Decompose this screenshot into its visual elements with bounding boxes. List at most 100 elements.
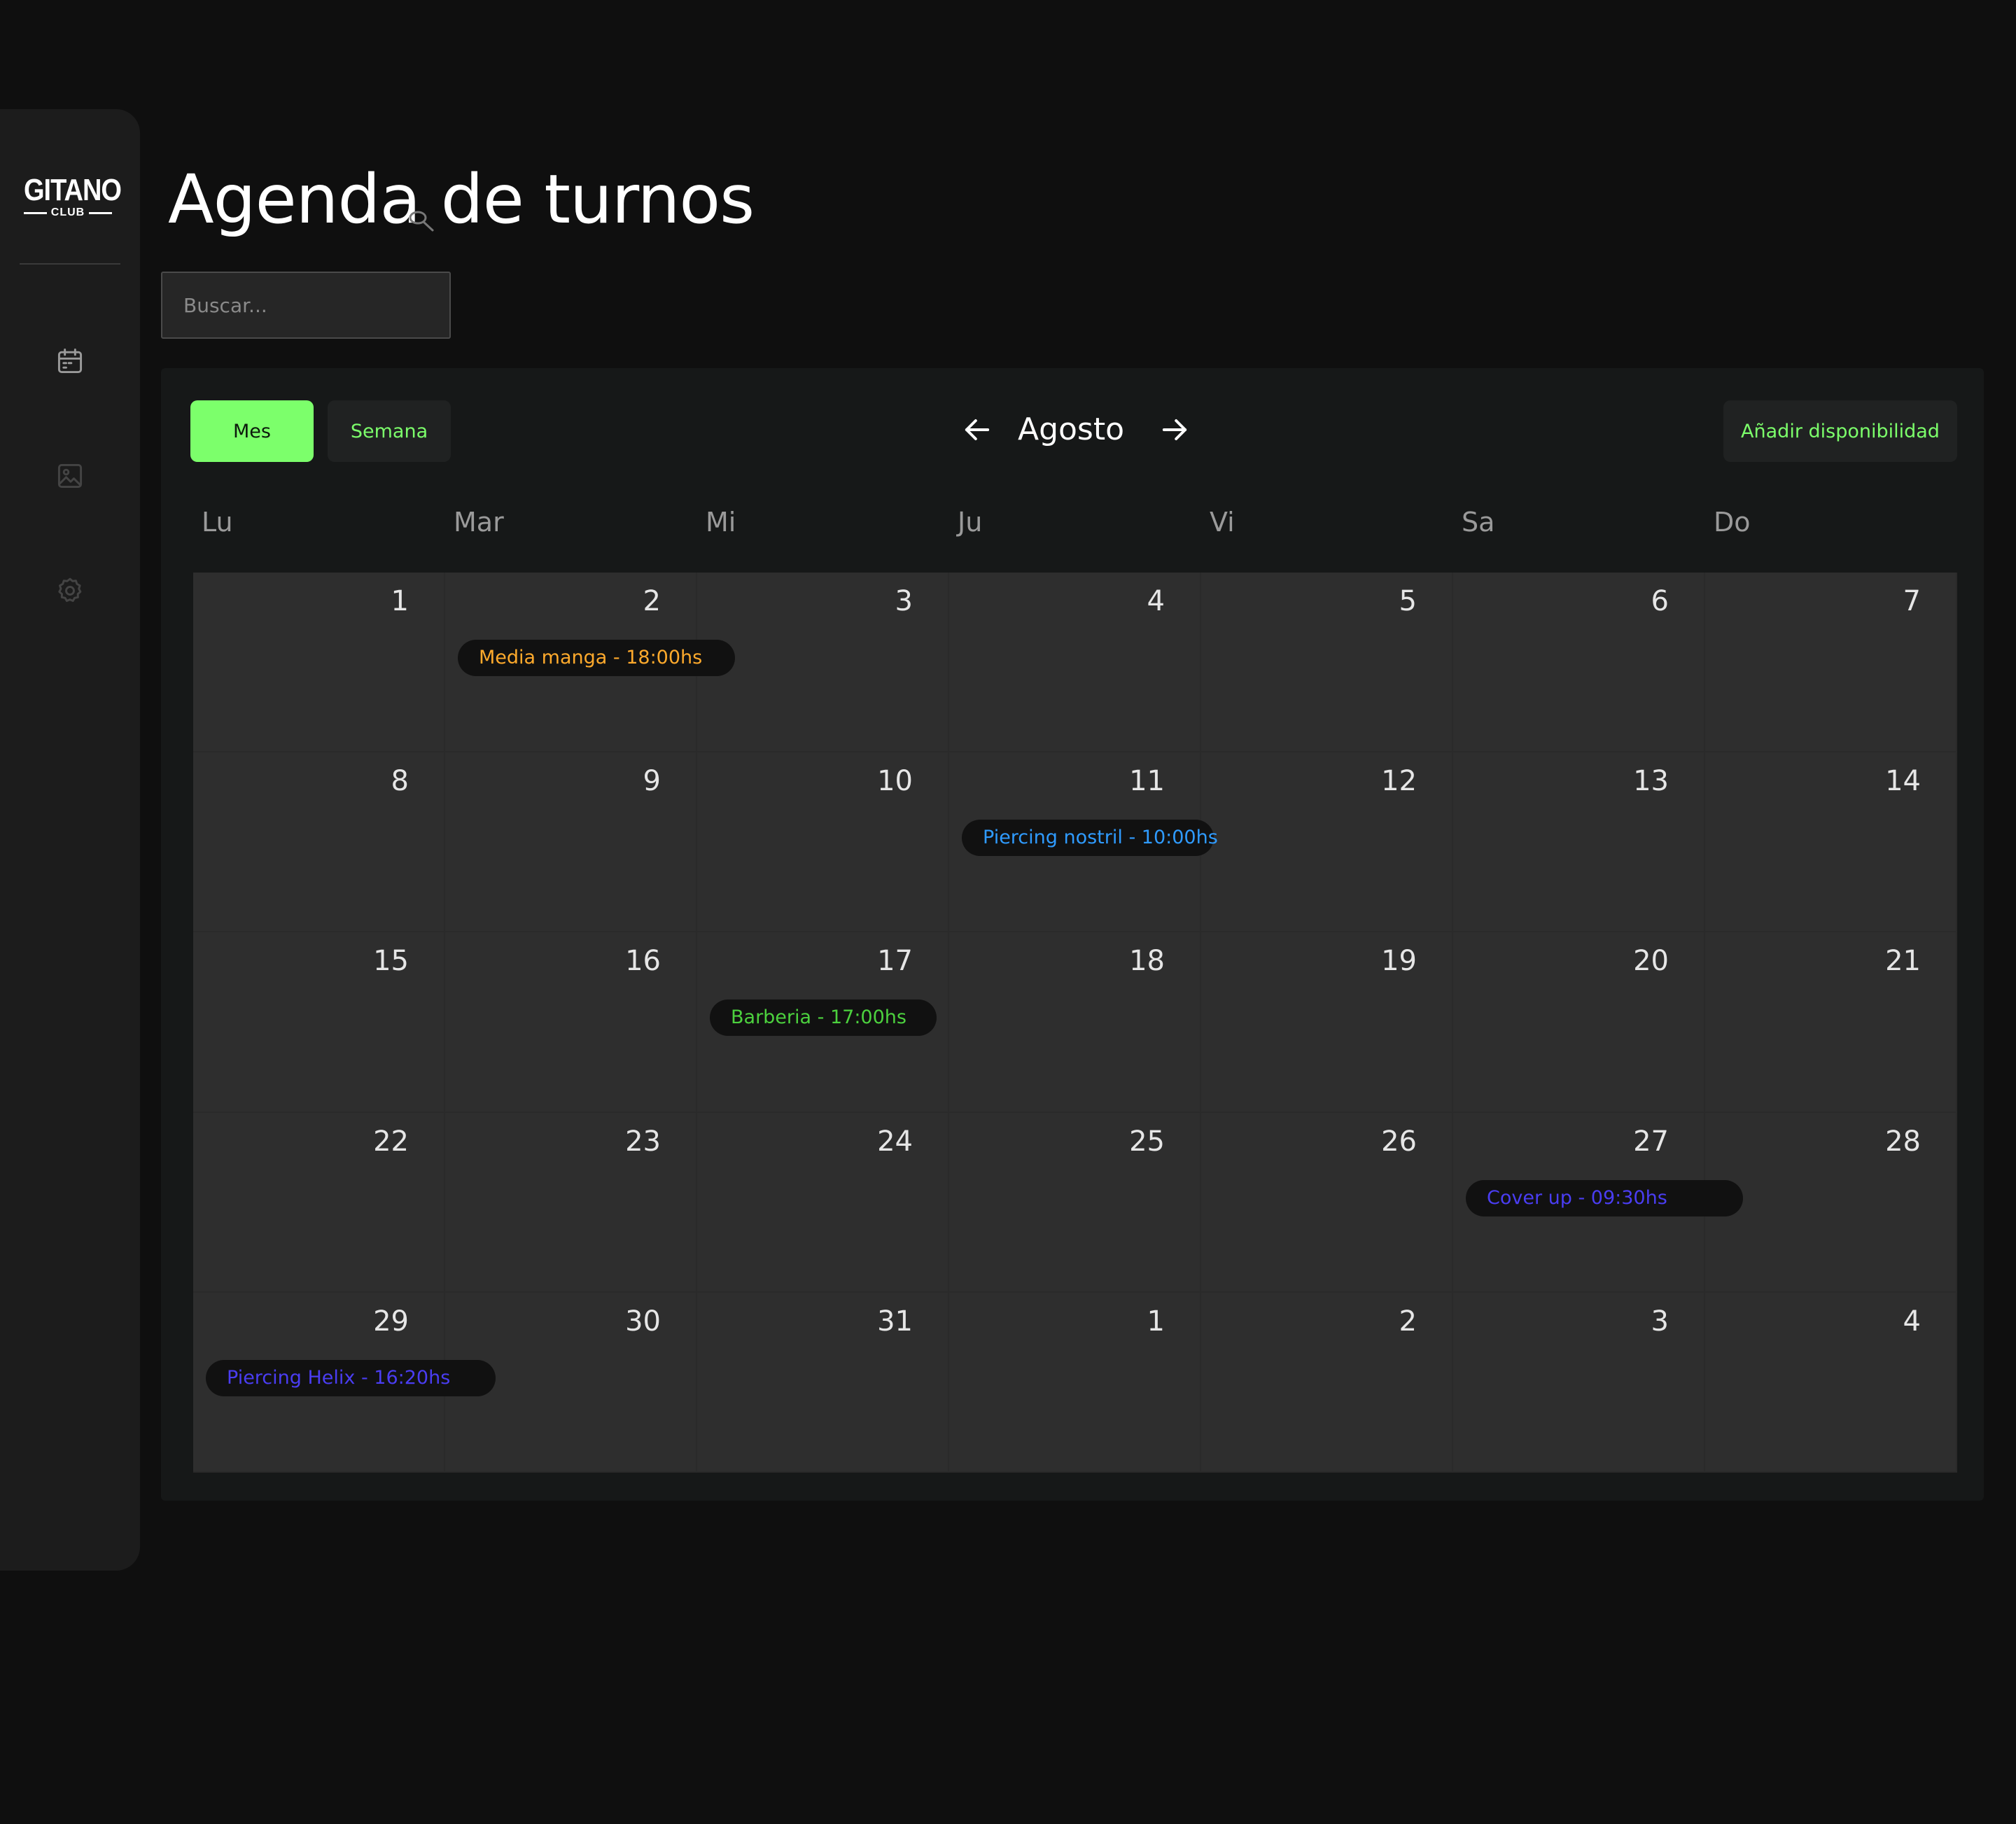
- day-number: 19: [1381, 945, 1417, 978]
- day-number: 2: [1399, 1305, 1417, 1338]
- sidebar-divider: [20, 263, 120, 265]
- day-number: 24: [877, 1125, 913, 1158]
- event-pill[interactable]: Piercing Helix - 16:20hs: [206, 1359, 496, 1396]
- calendar-icon[interactable]: [55, 346, 85, 377]
- day-number: 13: [1633, 765, 1669, 798]
- day-cell[interactable]: 14: [1705, 752, 1957, 933]
- day-cell[interactable]: 7: [1705, 573, 1957, 753]
- day-number: 3: [895, 585, 913, 617]
- day-cell[interactable]: 19: [1201, 932, 1453, 1113]
- logo-main-text: GITANO: [24, 173, 122, 208]
- day-number: 16: [625, 945, 661, 978]
- day-cell[interactable]: 1: [193, 573, 445, 753]
- day-number: 27: [1633, 1125, 1669, 1158]
- day-number: 14: [1885, 765, 1921, 798]
- day-cell[interactable]: 21: [1705, 932, 1957, 1113]
- day-cell[interactable]: 22: [193, 1112, 445, 1293]
- weekday-header: Lu Mar Mi Ju Vi Sa Do: [193, 501, 1957, 543]
- day-cell[interactable]: 4: [1705, 1292, 1957, 1473]
- day-cell[interactable]: 8: [193, 752, 445, 933]
- day-cell[interactable]: 3: [697, 573, 949, 753]
- day-number: 22: [373, 1125, 409, 1158]
- day-number: 15: [373, 945, 409, 978]
- gitano-club-logo[interactable]: GITANO CLUB: [24, 173, 122, 218]
- weekday-label: Mi: [706, 507, 736, 538]
- day-number: 11: [1129, 765, 1165, 798]
- day-cell[interactable]: 24: [697, 1112, 949, 1293]
- day-cell[interactable]: 26: [1201, 1112, 1453, 1293]
- day-number: 20: [1633, 945, 1669, 978]
- day-cell[interactable]: 2: [1201, 1292, 1453, 1473]
- month-grid: 1 2 Media manga - 18:00hs 3 4 5 6 7 8 9 10 11 Pierci…: [193, 573, 1957, 1473]
- day-cell[interactable]: 18: [949, 932, 1201, 1113]
- day-number: 10: [877, 765, 913, 798]
- day-number: 4: [1147, 585, 1165, 617]
- day-cell[interactable]: 23: [445, 1112, 697, 1293]
- search-input[interactable]: [161, 272, 451, 339]
- day-number: 7: [1903, 585, 1921, 617]
- event-pill[interactable]: Barberia - 17:00hs: [710, 999, 937, 1037]
- arrow-right-icon[interactable]: [1156, 412, 1193, 448]
- day-number: 12: [1381, 765, 1417, 798]
- day-number: 31: [877, 1305, 913, 1338]
- event-pill[interactable]: Cover up - 09:30hs: [1466, 1179, 1743, 1216]
- day-cell[interactable]: 15: [193, 932, 445, 1113]
- day-cell[interactable]: 2 Media manga - 18:00hs: [445, 573, 735, 753]
- day-number: 8: [391, 765, 409, 798]
- week-view-button[interactable]: Semana: [328, 400, 451, 462]
- day-number: 30: [625, 1305, 661, 1338]
- day-number: 26: [1381, 1125, 1417, 1158]
- day-number: 23: [625, 1125, 661, 1158]
- image-icon[interactable]: [55, 461, 85, 491]
- day-cell[interactable]: 6: [1453, 573, 1705, 753]
- day-number: 6: [1651, 585, 1669, 617]
- day-cell[interactable]: 25: [949, 1112, 1201, 1293]
- day-cell[interactable]: 10: [697, 752, 949, 933]
- day-number: 17: [877, 945, 913, 978]
- day-cell[interactable]: 13: [1453, 752, 1705, 933]
- arrow-left-icon[interactable]: [959, 412, 995, 448]
- day-cell[interactable]: 28: [1705, 1112, 1957, 1293]
- day-cell[interactable]: 27 Cover up - 09:30hs: [1453, 1112, 1743, 1293]
- month-label: Agosto: [1017, 412, 1125, 447]
- day-cell[interactable]: 17 Barberia - 17:00hs: [697, 932, 949, 1113]
- day-number: 5: [1399, 585, 1417, 617]
- settings-icon[interactable]: [55, 575, 85, 606]
- day-cell[interactable]: 9: [445, 752, 697, 933]
- calendar-panel: Mes Semana Agosto Añadir disponibilidad …: [161, 368, 1984, 1501]
- day-cell[interactable]: 11 Piercing nostril - 10:00hs: [949, 752, 1218, 933]
- day-cell[interactable]: 1: [949, 1292, 1201, 1473]
- day-number: 1: [1147, 1305, 1165, 1338]
- day-number: 2: [643, 585, 661, 617]
- weekday-label: Ju: [958, 507, 983, 538]
- month-view-button[interactable]: Mes: [190, 400, 314, 462]
- day-cell[interactable]: 4: [949, 573, 1201, 753]
- sidebar: GITANO CLUB: [0, 109, 140, 1571]
- day-cell[interactable]: 12: [1201, 752, 1453, 933]
- weekday-label: Sa: [1462, 507, 1495, 538]
- day-cell[interactable]: 16: [445, 932, 697, 1113]
- event-pill[interactable]: Media manga - 18:00hs: [458, 640, 735, 676]
- day-number: 1: [391, 585, 409, 617]
- day-number: 28: [1885, 1125, 1921, 1158]
- day-cell[interactable]: 20: [1453, 932, 1705, 1113]
- day-cell[interactable]: 29 Piercing Helix - 16:20hs: [193, 1292, 496, 1473]
- day-cell[interactable]: 31: [697, 1292, 949, 1473]
- day-number: 25: [1129, 1125, 1165, 1158]
- day-cell[interactable]: 3: [1453, 1292, 1705, 1473]
- day-cell[interactable]: 5: [1201, 573, 1453, 753]
- logo-sub-text: CLUB: [50, 206, 85, 218]
- weekday-label: Do: [1714, 507, 1751, 538]
- add-availability-button[interactable]: Añadir disponibilidad: [1723, 400, 1957, 462]
- day-number: 4: [1903, 1305, 1921, 1338]
- day-number: 29: [373, 1305, 409, 1338]
- weekday-label: Lu: [202, 507, 233, 538]
- event-pill[interactable]: Piercing nostril - 10:00hs: [962, 820, 1218, 857]
- day-number: 18: [1129, 945, 1165, 978]
- weekday-label: Vi: [1210, 507, 1235, 538]
- page-title: Agenda de turnos: [168, 160, 755, 239]
- day-number: 9: [643, 765, 661, 798]
- day-number: 21: [1885, 945, 1921, 978]
- day-number: 3: [1651, 1305, 1669, 1338]
- weekday-label: Mar: [454, 507, 504, 538]
